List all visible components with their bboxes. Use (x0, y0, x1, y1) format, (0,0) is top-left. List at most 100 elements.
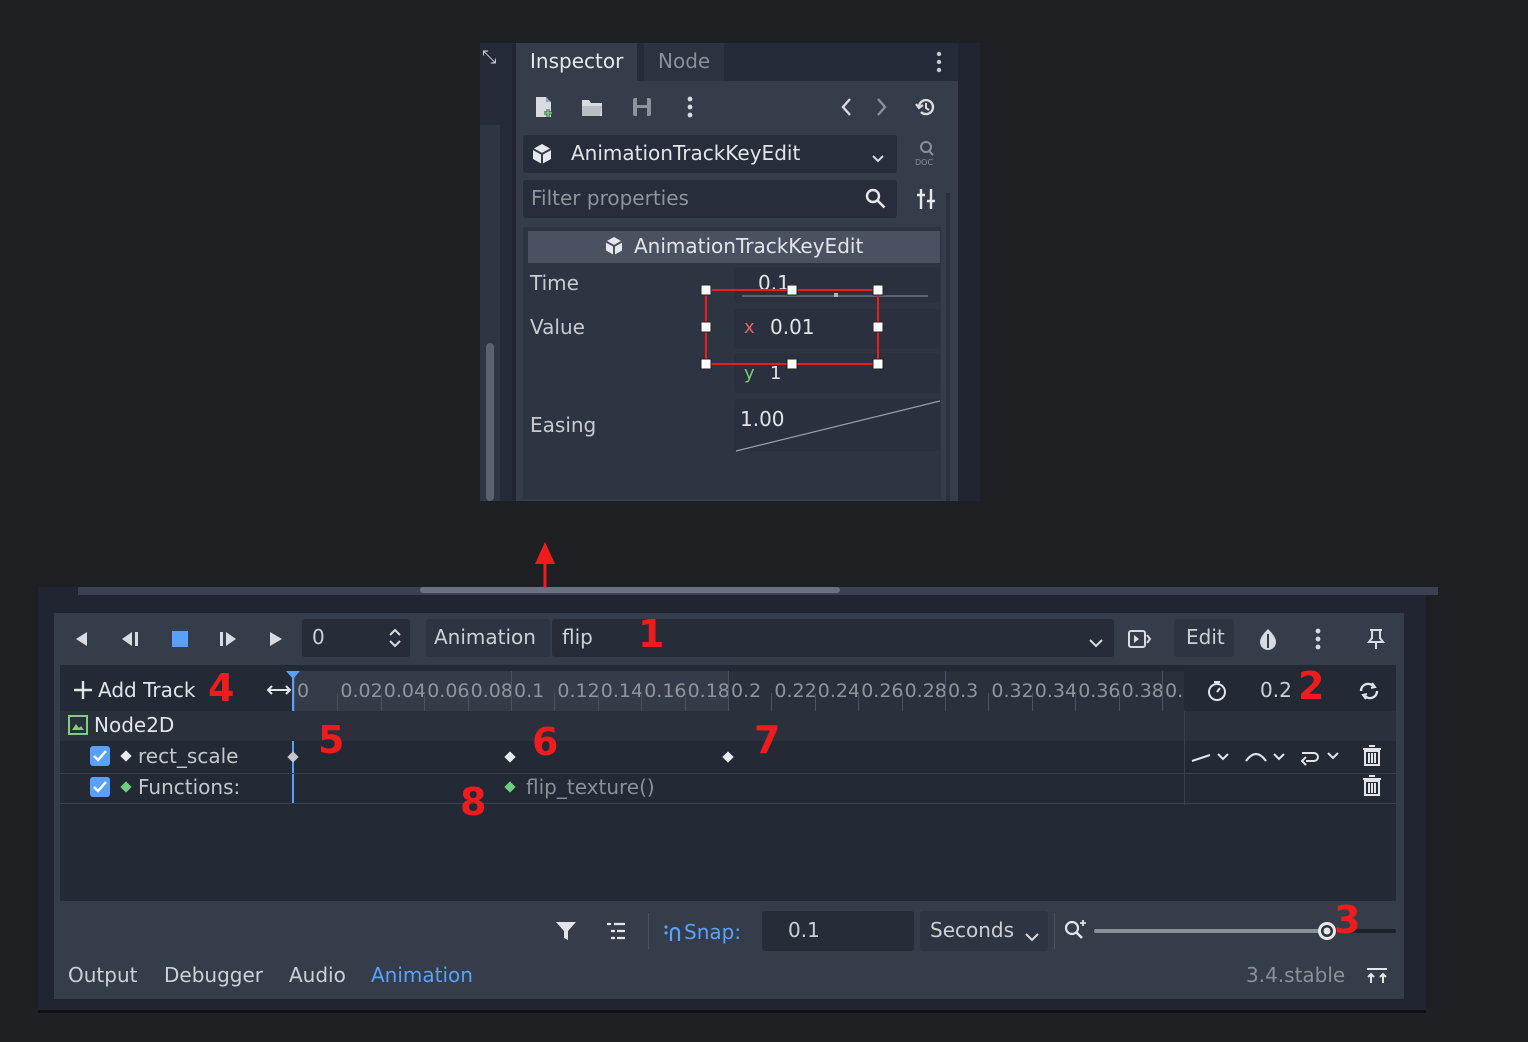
ruler-label: 0.16 (644, 680, 687, 702)
ruler-tick (901, 693, 903, 711)
autoplay-on-load-icon[interactable] (1126, 625, 1154, 653)
snap-step-input[interactable]: 0.1 (762, 911, 914, 951)
keyframe-selected[interactable] (504, 751, 516, 763)
ruler-label: 0.38 (1121, 680, 1164, 702)
snap-unit-selector[interactable]: Seconds (920, 911, 1048, 951)
horizontal-scrollbar[interactable] (78, 587, 1438, 595)
method-track-icon (120, 781, 132, 793)
animation-length-value: 0.2 (1260, 678, 1292, 702)
more-options-icon[interactable] (1306, 625, 1330, 653)
snap-toggle[interactable]: Snap: (662, 917, 746, 947)
current-time-spinbox[interactable]: 0 (302, 619, 410, 657)
tab-debugger[interactable]: Debugger (164, 963, 263, 987)
node-group-row: Node2D (60, 711, 1396, 741)
version-label: 3.4.stable (1246, 963, 1346, 987)
animation-length-icon (1204, 677, 1230, 705)
track-name: rect_scale (138, 744, 239, 768)
animation-selector[interactable]: flip (552, 619, 1114, 657)
ruler-label: 0.28 (904, 680, 947, 702)
ruler-tick (814, 693, 816, 711)
play-icon[interactable] (262, 625, 290, 653)
ruler-tick (337, 693, 339, 711)
ruler-tick (1162, 671, 1163, 711)
ruler-label: 0.18 (687, 680, 730, 702)
ruler-tick (554, 693, 556, 711)
add-track-button[interactable]: Add Track (72, 675, 202, 705)
track-enable-checkbox[interactable] (90, 746, 110, 766)
delete-track-icon[interactable] (1362, 745, 1382, 771)
zoom-slider-fill (1094, 929, 1327, 933)
animation-length-spinbox[interactable]: 0.2 (1240, 675, 1304, 707)
ruler-tick (641, 693, 643, 711)
snap-unit-label: Seconds (930, 918, 1015, 942)
spin-updown-icon[interactable] (388, 627, 402, 653)
annotation-8: 8 (460, 780, 487, 824)
track-name: Functions: (138, 775, 241, 799)
ruler-tick (858, 693, 860, 711)
ruler-label: 0.32 (991, 680, 1034, 702)
pin-panel-icon[interactable] (1364, 625, 1388, 653)
ruler-tick (1031, 693, 1033, 711)
tab-animation[interactable]: Animation (371, 963, 473, 987)
ruler-tick (380, 693, 382, 711)
annotation-5: 5 (318, 718, 345, 762)
annotation-4: 4 (208, 666, 235, 710)
current-time-value: 0 (312, 625, 325, 649)
keyframe[interactable] (287, 751, 299, 763)
update-mode-continuous-icon[interactable] (1190, 749, 1230, 769)
playhead-marker[interactable] (286, 671, 300, 681)
annotation-6: 6 (532, 720, 559, 764)
interpolation-cubic-icon[interactable] (1244, 749, 1288, 769)
animation-label-box: Animation (426, 619, 550, 657)
filter-selected-tracks-icon[interactable] (552, 917, 580, 945)
ruler-label: 0.1 (514, 680, 545, 702)
ruler-label: 0.3 (948, 680, 979, 702)
ruler-label: 0.08 (470, 680, 513, 702)
ruler-tick (597, 693, 599, 711)
annotation-7: 7 (754, 718, 781, 762)
play-backwards-from-end-icon[interactable] (68, 625, 94, 653)
play-from-start-icon[interactable] (214, 625, 242, 653)
timeline-ruler[interactable]: 0 0.02 0.04 0.06 0.08 0.1 0.12 0.14 0.16 0.18 0.2 0… (294, 671, 1184, 711)
play-backwards-icon[interactable] (116, 625, 144, 653)
annotation-3: 3 (1334, 898, 1361, 942)
animation-label: Animation (434, 625, 536, 649)
track-row-rect-scale[interactable]: rect_scale (60, 711, 1396, 805)
track-row-functions[interactable]: Functions: flip_texture() (60, 773, 1396, 804)
method-key-label: flip_texture() (526, 775, 655, 799)
ruler-label: 0. (1165, 680, 1184, 702)
tab-output[interactable]: Output (68, 963, 137, 987)
ruler-label: 0.2 (731, 680, 762, 702)
ruler-tick (467, 693, 469, 711)
expand-bottom-panel-icon[interactable] (1364, 963, 1390, 989)
delete-track-icon[interactable] (1362, 775, 1382, 801)
group-tracks-icon[interactable] (602, 917, 630, 945)
edit-menu-label: Edit (1186, 625, 1225, 649)
ruler-label: 0.12 (557, 680, 600, 702)
ruler-tick (771, 693, 773, 711)
onion-skinning-icon[interactable] (1254, 625, 1282, 653)
ruler-label: 0.36 (1078, 680, 1121, 702)
annotation-1: 1 (638, 612, 665, 656)
method-keyframe[interactable] (504, 781, 516, 793)
ruler-tick (988, 693, 990, 711)
toolbar-separator (648, 913, 649, 949)
horizontal-scrollbar-thumb[interactable] (420, 587, 840, 593)
edit-menu-button[interactable]: Edit (1174, 619, 1234, 657)
tab-audio[interactable]: Audio (289, 963, 346, 987)
ruler-label: 0 (297, 680, 310, 702)
stop-icon[interactable] (166, 625, 194, 653)
loop-wrap-icon[interactable] (1298, 747, 1342, 769)
inspector-panel: ⤡ Inspector Node AnimationTrackKeyEdit D… (480, 43, 980, 501)
ruler-label: 0.22 (774, 680, 817, 702)
panel-bottom-border (38, 1010, 1426, 1013)
selection-highlight (700, 284, 884, 370)
ruler-tick (1118, 693, 1120, 711)
ruler-label: 0.26 (861, 680, 904, 702)
snap-icon (664, 925, 681, 941)
ruler-tick (424, 693, 426, 711)
snap-step-value: 0.1 (788, 918, 820, 942)
track-enable-checkbox[interactable] (90, 777, 110, 797)
loop-toggle-icon[interactable] (1356, 677, 1382, 705)
keyframe[interactable] (722, 751, 734, 763)
